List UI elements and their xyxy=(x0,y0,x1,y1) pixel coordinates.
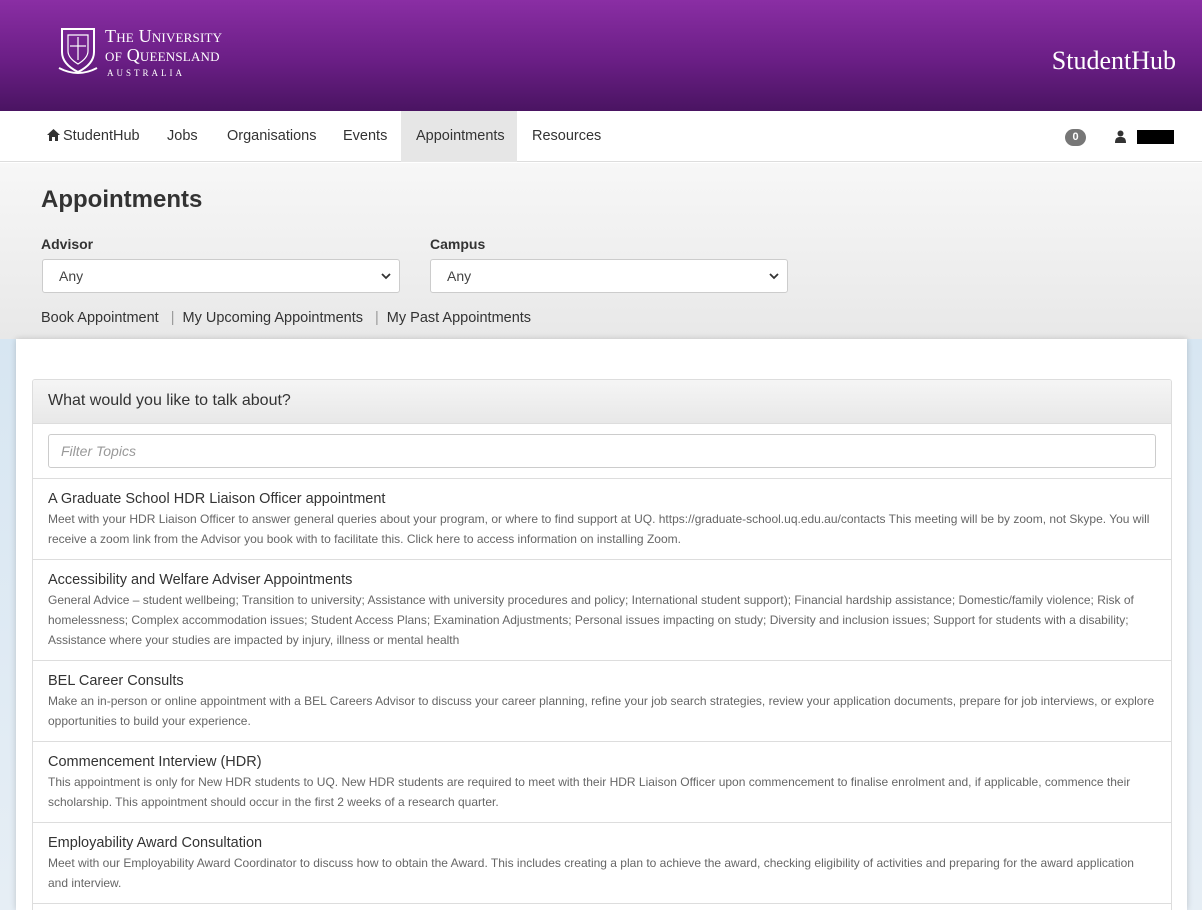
topic-description: This appointment is only for New HDR stu… xyxy=(48,775,1131,809)
topic-title: Commencement Interview (HDR) xyxy=(48,754,262,770)
campus-select-value: Any xyxy=(447,268,472,284)
filter-topics-input[interactable]: Filter Topics xyxy=(48,434,1156,468)
topic-item[interactable]: Accessibility and Welfare Adviser Appoin… xyxy=(33,560,1171,661)
upcoming-appointments-link[interactable]: My Upcoming Appointments xyxy=(182,310,363,326)
user-icon[interactable] xyxy=(1115,130,1126,143)
topic-item[interactable]: BEL Career Consults Make an in-person or… xyxy=(33,661,1171,742)
filter-row: Filter Topics xyxy=(33,424,1171,479)
chevron-down-icon xyxy=(769,273,779,280)
topic-description: General Advice – student wellbeing; Tran… xyxy=(48,593,1134,647)
campus-label: Campus xyxy=(430,236,486,252)
advisor-select-value: Any xyxy=(59,268,84,284)
user-name-redacted[interactable] xyxy=(1137,130,1174,144)
university-logo[interactable]: The University of Queensland AUSTRALIA xyxy=(57,26,222,78)
panel-heading: What would you like to talk about? xyxy=(33,380,1171,424)
topic-title: A Graduate School HDR Liaison Officer ap… xyxy=(48,491,386,507)
topic-title: BEL Career Consults xyxy=(48,673,184,689)
topic-item[interactable]: Employability Award Consultation Meet wi… xyxy=(33,823,1171,904)
logo-line-1: The University xyxy=(105,26,223,46)
nav-item-appointments[interactable]: Appointments xyxy=(401,111,517,162)
notification-badge[interactable]: 0 xyxy=(1065,129,1086,146)
past-appointments-link[interactable]: My Past Appointments xyxy=(387,310,531,326)
link-separator: | xyxy=(170,310,175,326)
campus-select[interactable]: Any xyxy=(430,259,788,293)
logo-line-2: of Queensland xyxy=(105,45,220,65)
topic-item[interactable]: A Graduate School HDR Liaison Officer ap… xyxy=(33,479,1171,560)
logo-line-3: AUSTRALIA xyxy=(107,68,185,78)
link-separator: | xyxy=(375,310,379,326)
main-nav: StudentHub Jobs Organisations Events App… xyxy=(0,111,1202,162)
topics-panel: What would you like to talk about? Filte… xyxy=(32,379,1172,910)
advisor-select[interactable]: Any xyxy=(42,259,400,293)
topic-description: Meet with your HDR Liaison Officer to an… xyxy=(48,512,1150,546)
nav-item-organisations[interactable]: Organisations xyxy=(212,111,331,162)
site-header: The University of Queensland AUSTRALIA S… xyxy=(0,0,1202,111)
chevron-down-icon xyxy=(381,273,391,280)
nav-item-jobs[interactable]: Jobs xyxy=(152,111,213,162)
page-title: Appointments xyxy=(41,186,203,213)
brand-title[interactable]: StudentHub xyxy=(1052,46,1176,76)
topic-item[interactable]: Commencement Interview (HDR) This appoin… xyxy=(33,742,1171,823)
crest-icon xyxy=(58,28,98,74)
home-icon xyxy=(47,129,60,141)
book-appointment-link[interactable]: Book Appointment xyxy=(41,310,159,326)
topic-description: Meet with our Employability Award Coordi… xyxy=(48,856,1134,890)
nav-label-studenthub: StudentHub xyxy=(63,128,140,144)
advisor-label: Advisor xyxy=(41,236,94,252)
topic-description: Make an in-person or online appointment … xyxy=(48,694,1155,728)
nav-item-studenthub[interactable]: StudentHub xyxy=(32,111,155,162)
topic-title: Accessibility and Welfare Adviser Appoin… xyxy=(48,572,353,588)
nav-item-resources[interactable]: Resources xyxy=(517,111,616,162)
nav-item-events[interactable]: Events xyxy=(328,111,402,162)
appointment-links: Book Appointment | My Upcoming Appointme… xyxy=(41,310,531,326)
topic-title: Employability Award Consultation xyxy=(48,835,263,851)
